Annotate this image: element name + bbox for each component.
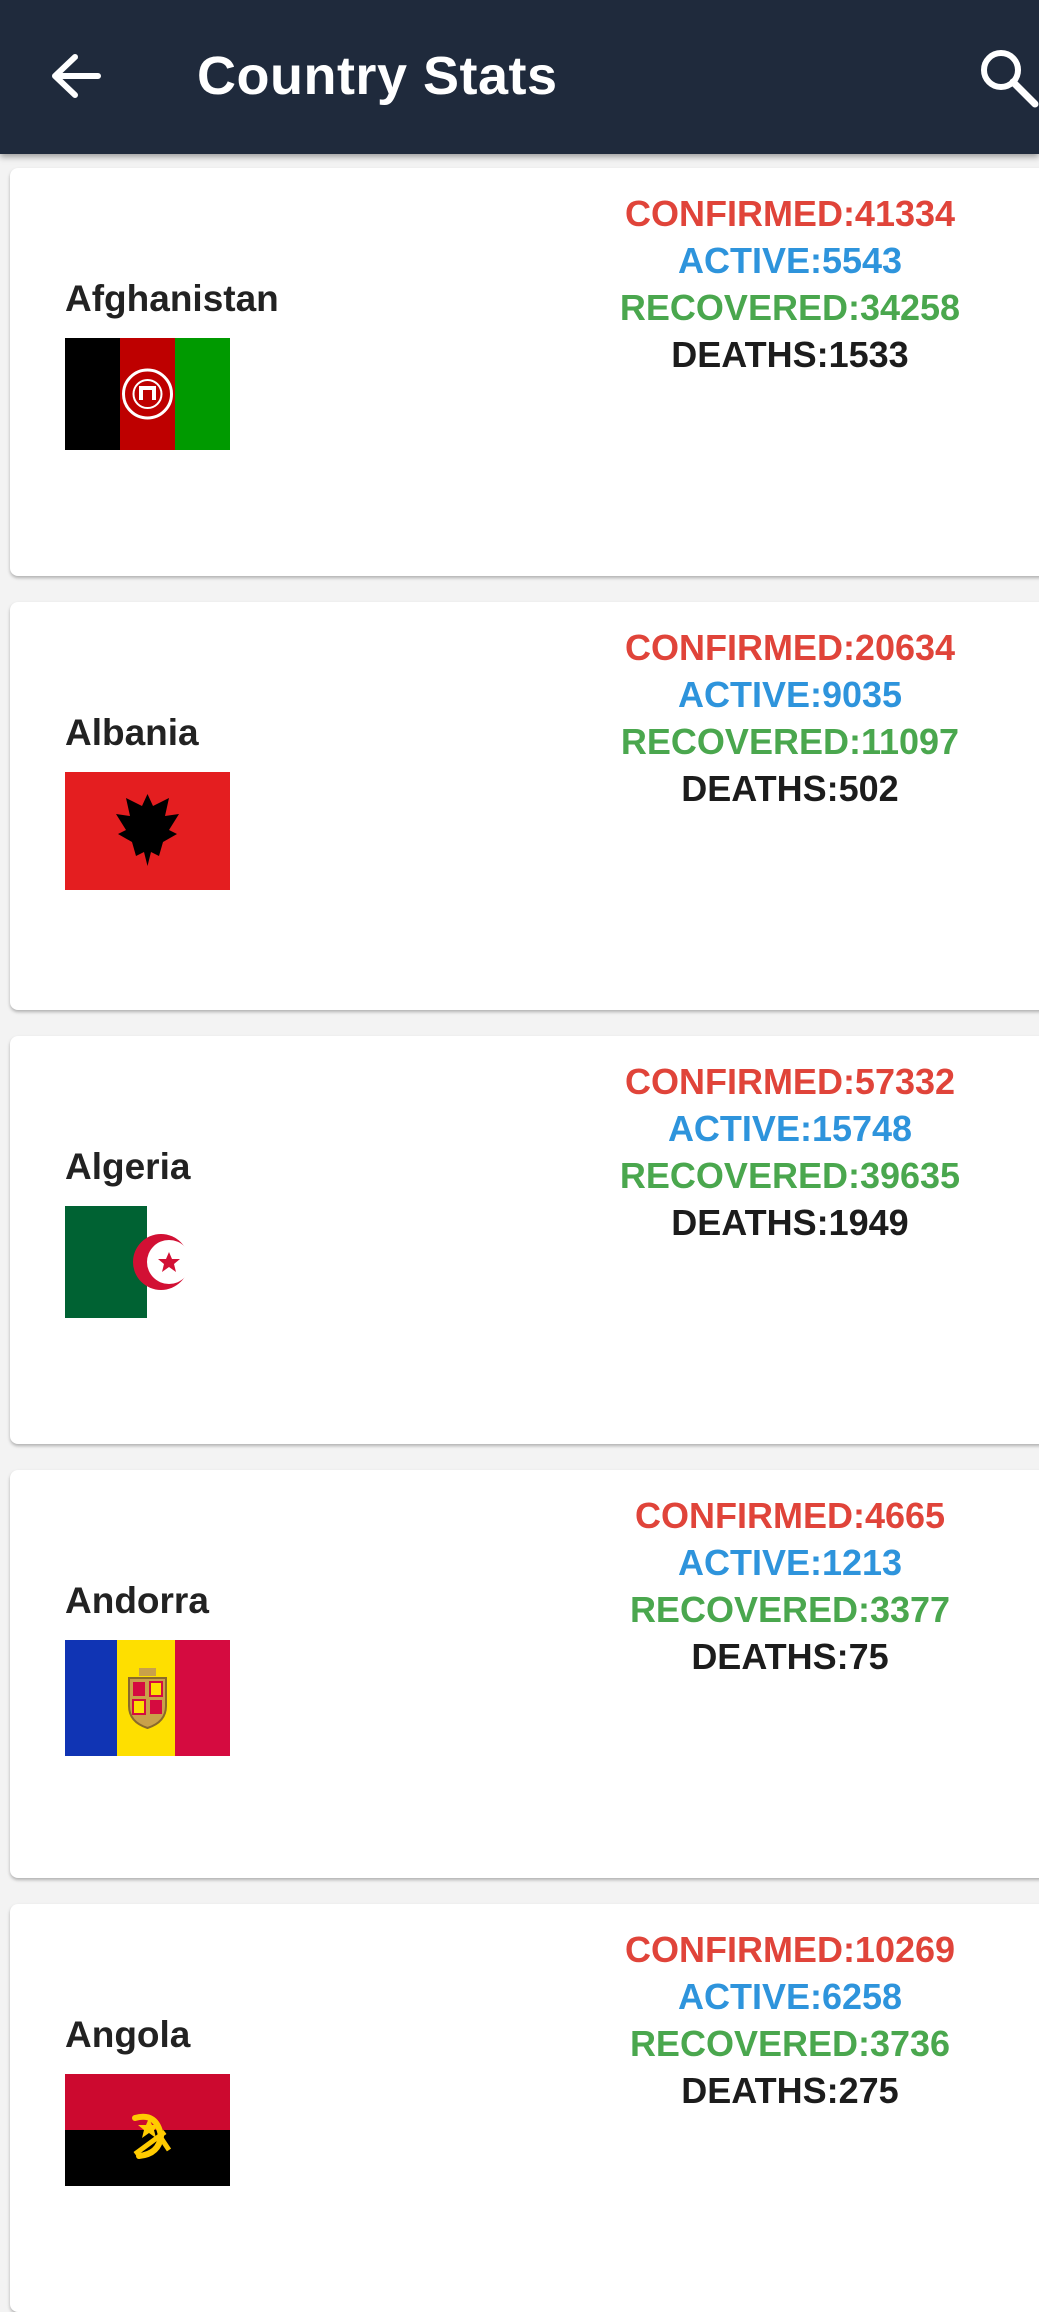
recovered-count: RECOVERED:11097 [620, 721, 960, 762]
active-count: ACTIVE:5543 [677, 240, 903, 281]
country-name: Albania [65, 712, 199, 753]
deaths-count: DEATHS:275 [681, 2070, 899, 2111]
active-count: ACTIVE:1213 [677, 1542, 903, 1583]
recovered-count: RECOVERED:3736 [629, 2023, 951, 2064]
country-card-albania[interactable]: Albania CONFIRMED:20634 ACTIVE:9035 RECO… [10, 602, 1039, 1010]
angola-flag-icon [65, 2074, 230, 2186]
search-button[interactable] [975, 30, 1039, 122]
deaths-count: DEATHS:1949 [671, 1202, 909, 1243]
andorra-flag-icon [65, 1640, 230, 1756]
country-name: Afghanistan [65, 278, 279, 319]
country-card-angola[interactable]: Angola CONFIRMED:10269 ACTIVE:6258 RECOV… [10, 1904, 1039, 2312]
country-card-andorra[interactable]: Andorra CONFIRMED:4665 ACTIVE:1213 RECOV… [10, 1470, 1039, 1878]
stats-block: CONFIRMED:41334 ACTIVE:5543 RECOVERED:34… [560, 190, 1020, 378]
search-icon [981, 50, 1039, 108]
albania-flag-icon [65, 772, 230, 890]
deaths-count: DEATHS:75 [691, 1636, 889, 1677]
country-name: Algeria [65, 1146, 191, 1187]
confirmed-count: CONFIRMED:10269 [624, 1929, 956, 1970]
arrow-left-icon [52, 54, 101, 98]
app-bar: Country Stats [0, 0, 1039, 154]
active-count: ACTIVE:15748 [667, 1108, 913, 1149]
confirmed-count: CONFIRMED:4665 [634, 1495, 946, 1536]
afghanistan-flag-icon [65, 338, 230, 450]
deaths-count: DEATHS:1533 [671, 334, 909, 375]
page-title: Country Stats [197, 46, 558, 106]
country-card-algeria[interactable]: Algeria CONFIRMED:57332 ACTIVE:15748 REC… [10, 1036, 1039, 1444]
active-count: ACTIVE:9035 [677, 674, 903, 715]
country-name: Angola [65, 2014, 191, 2055]
stats-block: CONFIRMED:4665 ACTIVE:1213 RECOVERED:337… [560, 1492, 1020, 1680]
confirmed-count: CONFIRMED:41334 [624, 193, 956, 234]
country-card-afghanistan[interactable]: Afghanistan CONFIRMED:41334 ACTIVE:5543 … [10, 168, 1039, 576]
back-button[interactable] [30, 30, 122, 122]
recovered-count: RECOVERED:3377 [629, 1589, 951, 1630]
recovered-count: RECOVERED:34258 [619, 287, 961, 328]
recovered-count: RECOVERED:39635 [619, 1155, 961, 1196]
deaths-count: DEATHS:502 [681, 768, 899, 809]
confirmed-count: CONFIRMED:20634 [624, 627, 956, 668]
confirmed-count: CONFIRMED:57332 [624, 1061, 956, 1102]
stats-block: CONFIRMED:20634 ACTIVE:9035 RECOVERED:11… [560, 624, 1020, 812]
algeria-flag-icon [65, 1206, 230, 1318]
country-name: Andorra [65, 1580, 209, 1621]
stats-block: CONFIRMED:10269 ACTIVE:6258 RECOVERED:37… [560, 1926, 1020, 2114]
stats-block: CONFIRMED:57332 ACTIVE:15748 RECOVERED:3… [560, 1058, 1020, 1246]
active-count: ACTIVE:6258 [677, 1976, 903, 2017]
